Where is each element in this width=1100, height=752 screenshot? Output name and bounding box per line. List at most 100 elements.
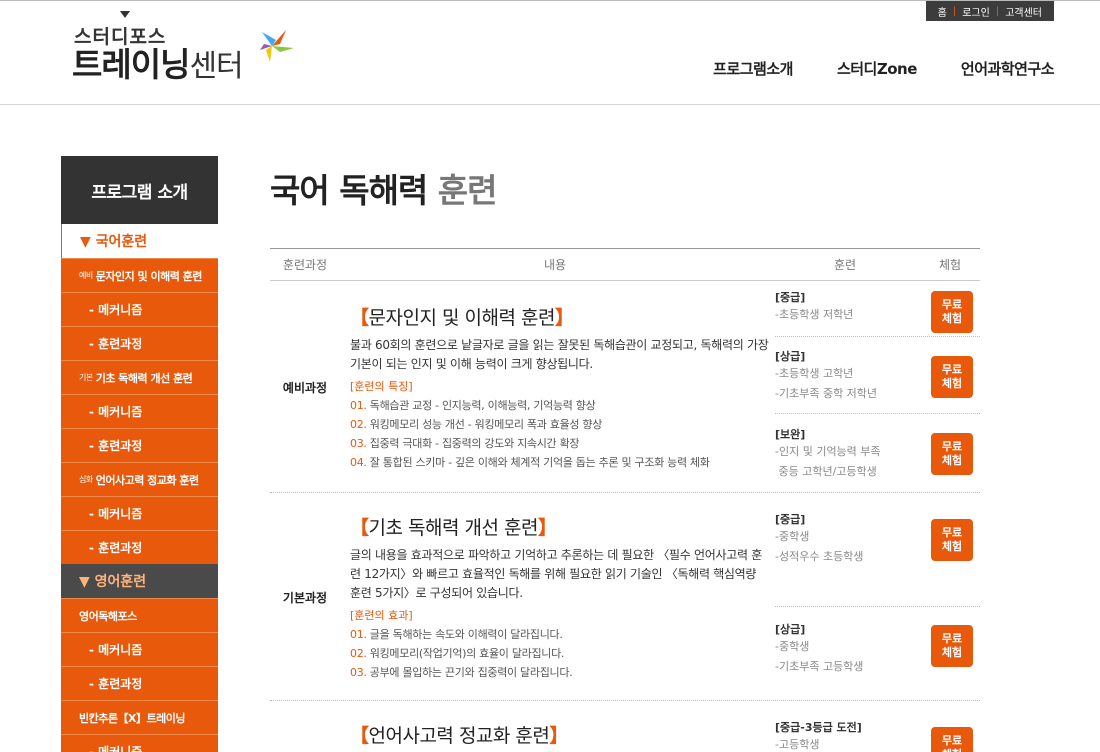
home-link[interactable]: 홈 bbox=[938, 4, 947, 19]
course-title: 【언어사고력 정교화 훈련】 bbox=[350, 725, 568, 747]
sidebar-item-mechanism[interactable]: - 메커니즘 bbox=[61, 734, 218, 752]
sidebar: 프로그램 소개 ▼ 국어훈련 예비 문자인지 및 이해력 훈련 - 메커니즘 - … bbox=[61, 156, 218, 752]
free-trial-button[interactable]: 무료 체험 bbox=[931, 625, 973, 667]
sidebar-item-label: 문자인지 및 이해력 훈련 bbox=[95, 269, 203, 283]
table-row: 【언어사고력 정교화 훈련】 [중급-3등급 도전] -고등학생 무료 체험 bbox=[270, 701, 980, 752]
page-title-bold: 국어 독해력 bbox=[270, 171, 428, 210]
course-tag: 예비 bbox=[79, 271, 93, 280]
training-list: [중급] -중학생 -성적우수 초등학생 무료 체험 [상급] -중학생 -기초… bbox=[775, 511, 980, 687]
free-trial-button[interactable]: 무료 체험 bbox=[931, 727, 973, 752]
logo-dot bbox=[120, 11, 130, 18]
feature-number: 01. bbox=[350, 399, 367, 412]
training-option: [상급] -중학생 -기초부족 고등학생 무료 체험 bbox=[775, 607, 980, 687]
nav-program-intro[interactable]: 프로그램소개 bbox=[713, 58, 793, 79]
feature-item: 04. 잘 통합된 스키마 - 깊은 이해와 체계적 기억을 돕는 추론 및 구… bbox=[350, 453, 770, 472]
header-course: 훈련과정 bbox=[282, 258, 328, 272]
sidebar-item-mechanism[interactable]: - 메커니즘 bbox=[61, 394, 218, 428]
sidebar-title: 프로그램 소개 bbox=[61, 156, 218, 224]
training-option: [중급] -초등학생 저학년 무료 체험 bbox=[775, 289, 980, 337]
feature-item: 03. 집중력 극대화 - 집중력의 강도와 지속시간 확장 bbox=[350, 434, 770, 453]
login-link[interactable]: 로그인 bbox=[962, 4, 990, 19]
course-content: 【문자인지 및 이해력 훈련】 불과 60회의 훈련으로 낱글자로 글을 읽는 … bbox=[350, 303, 770, 472]
logo-main-bold: 트레이닝 bbox=[72, 45, 190, 84]
training-option: [중급-3등급 도전] -고등학생 무료 체험 bbox=[775, 719, 980, 752]
sidebar-item-char-recognition[interactable]: 예비 문자인지 및 이해력 훈련 bbox=[61, 258, 218, 292]
feature-text: 글을 독해하는 속도와 이해력이 달라집니다. bbox=[366, 628, 563, 641]
sidebar-item-blank-inference[interactable]: 빈칸추론【X】트레이닝 bbox=[61, 700, 218, 734]
free-trial-button[interactable]: 무료 체험 bbox=[931, 519, 973, 561]
feature-text: 집중력 극대화 - 집중력의 강도와 지속시간 확장 bbox=[366, 437, 580, 450]
util-separator: | bbox=[995, 5, 1000, 17]
free-trial-button[interactable]: 무료 체험 bbox=[931, 433, 973, 475]
feature-number: 03. bbox=[350, 666, 367, 679]
course-content: 【기초 독해력 개선 훈련】 글의 내용을 효과적으로 파악하고 기억하고 추론… bbox=[350, 513, 770, 682]
feature-number: 02. bbox=[350, 418, 367, 431]
feature-number: 04. bbox=[350, 456, 367, 469]
course-title-text: 언어사고력 정교화 훈련 bbox=[368, 725, 550, 747]
feature-text: 잘 통합된 스키마 - 깊은 이해와 체계적 기억을 돕는 추론 및 구조화 능… bbox=[366, 456, 710, 469]
training-option: [보완] -인지 및 기억능력 부족 중등 고학년/고등학생 무료 체험 bbox=[775, 414, 980, 490]
table-row: 예비과정 【문자인지 및 이해력 훈련】 불과 60회의 훈련으로 낱글자로 글… bbox=[270, 281, 980, 493]
logo-main-text: 트레이닝센터 bbox=[72, 45, 244, 84]
feature-item: 02. 워킹메모리 성능 개선 - 워킹메모리 폭과 효율성 향상 bbox=[350, 415, 770, 434]
feature-text: 독해습관 교정 - 인지능력, 이해능력, 기억능력 향상 bbox=[366, 399, 596, 412]
feature-item: 01. 글을 독해하는 속도와 이해력이 달라집니다. bbox=[350, 625, 770, 644]
course-title: 【문자인지 및 이해력 훈련】 bbox=[350, 307, 574, 329]
header-training: 훈련 bbox=[833, 258, 857, 272]
table-row: 기본과정 【기초 독해력 개선 훈련】 글의 내용을 효과적으로 파악하고 기억… bbox=[270, 493, 980, 701]
sidebar-item-process[interactable]: - 훈련과정 bbox=[61, 326, 218, 360]
util-separator: | bbox=[952, 5, 957, 17]
sidebar-item-process[interactable]: - 훈련과정 bbox=[61, 428, 218, 462]
header-content: 내용 bbox=[543, 258, 567, 272]
feature-item: 02. 워킹메모리(작업기억)의 효율이 달라집니다. bbox=[350, 644, 770, 663]
sidebar-item-label: 기초 독해력 개선 훈련 bbox=[95, 371, 193, 385]
main-content: 국어 독해력 훈련 훈련과정 내용 훈련 체험 예비과정 【문자인지 및 이해력… bbox=[270, 156, 980, 752]
feature-number: 03. bbox=[350, 437, 367, 450]
course-content: 【언어사고력 정교화 훈련】 bbox=[350, 721, 770, 748]
site-logo[interactable]: 스터디포스 트레이닝센터 bbox=[72, 10, 302, 84]
sidebar-item-process[interactable]: - 훈련과정 bbox=[61, 530, 218, 564]
course-description: 글의 내용을 효과적으로 파악하고 기억하고 추론하는 데 필요한 〈필수 언어… bbox=[350, 548, 763, 600]
nav-study-zone[interactable]: 스터디Zone bbox=[837, 58, 917, 79]
sidebar-item-mechanism[interactable]: - 메커니즘 bbox=[61, 496, 218, 530]
sidebar-item-english-reading[interactable]: 영어독해포스 bbox=[61, 598, 218, 632]
feature-item: 03. 공부에 몰입하는 끈기와 집중력이 달라집니다. bbox=[350, 663, 770, 682]
course-level-label: 예비과정 bbox=[282, 381, 328, 395]
training-list: [중급-3등급 도전] -고등학생 무료 체험 bbox=[775, 719, 980, 752]
course-description: 불과 60회의 훈련으로 낱글자로 글을 읽는 잘못된 독해습관이 교정되고, … bbox=[350, 338, 769, 371]
site-header: 홈 | 로그인 | 고객센터 스터디포스 트레이닝센터 프로그램소개 스터디Zo… bbox=[0, 0, 1100, 105]
sidebar-item-mechanism[interactable]: - 메커니즘 bbox=[61, 292, 218, 326]
page-title: 국어 독해력 훈련 bbox=[270, 164, 980, 212]
course-title: 【기초 독해력 개선 훈련】 bbox=[350, 517, 557, 539]
training-option: [상급] -초등학생 고학년 -기초부족 중학 저학년 무료 체험 bbox=[775, 337, 980, 414]
feature-heading: [훈련의 특징] bbox=[350, 380, 413, 393]
nav-language-science-lab[interactable]: 언어과학연구소 bbox=[961, 58, 1055, 79]
course-tag: 심화 bbox=[79, 475, 93, 484]
header-trial: 체험 bbox=[938, 258, 962, 272]
logo-main-thin: 센터 bbox=[189, 49, 243, 84]
sidebar-item-label: 언어사고력 정교화 훈련 bbox=[95, 473, 199, 487]
free-trial-button[interactable]: 무료 체험 bbox=[931, 356, 973, 398]
feature-number: 02. bbox=[350, 647, 367, 660]
course-title-text: 기초 독해력 개선 훈련 bbox=[368, 517, 539, 539]
customer-center-link[interactable]: 고객센터 bbox=[1005, 4, 1042, 19]
course-table: 훈련과정 내용 훈련 체험 예비과정 【문자인지 및 이해력 훈련】 불과 60… bbox=[270, 248, 980, 752]
sidebar-category-korean[interactable]: ▼ 국어훈련 bbox=[61, 224, 218, 258]
sidebar-item-basic-reading[interactable]: 기본 기초 독해력 개선 훈련 bbox=[61, 360, 218, 394]
sidebar-item-process[interactable]: - 훈련과정 bbox=[61, 666, 218, 700]
course-title-text: 문자인지 및 이해력 훈련 bbox=[368, 307, 556, 329]
feature-heading: [훈련의 효과] bbox=[350, 609, 413, 622]
feature-text: 워킹메모리(작업기억)의 효율이 달라집니다. bbox=[366, 647, 565, 660]
training-option: [중급] -중학생 -성적우수 초등학생 무료 체험 bbox=[775, 511, 980, 607]
feature-number: 01. bbox=[350, 628, 367, 641]
sidebar-item-language-thinking[interactable]: 심화 언어사고력 정교화 훈련 bbox=[61, 462, 218, 496]
utility-bar: 홈 | 로그인 | 고객센터 bbox=[925, 1, 1054, 21]
free-trial-button[interactable]: 무료 체험 bbox=[931, 291, 973, 333]
page-title-light: 훈련 bbox=[437, 171, 498, 210]
course-level-label: 기본과정 bbox=[282, 591, 328, 605]
pinwheel-icon bbox=[260, 30, 294, 62]
main-navigation: 프로그램소개 스터디Zone 언어과학연구소 bbox=[713, 58, 1054, 79]
sidebar-item-mechanism[interactable]: - 메커니즘 bbox=[61, 632, 218, 666]
sidebar-category-english[interactable]: ▼ 영어훈련 bbox=[61, 564, 218, 598]
feature-text: 공부에 몰입하는 끈기와 집중력이 달라집니다. bbox=[366, 666, 573, 679]
